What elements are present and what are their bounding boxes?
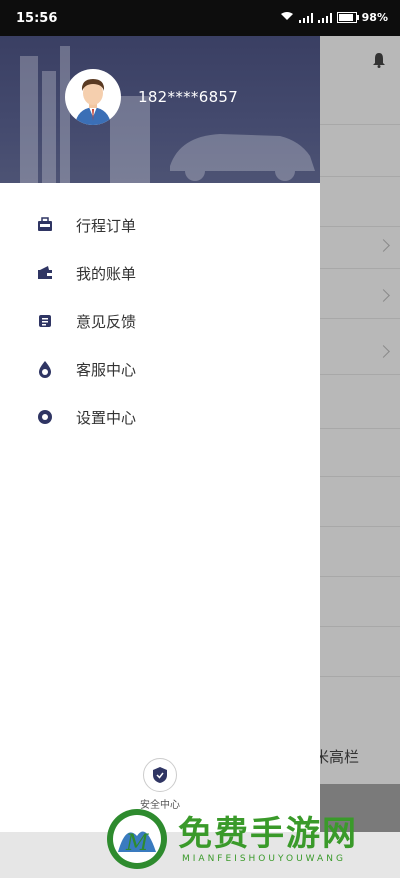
side-drawer: 182****6857 行程订单 我的账单 意见反馈 客服中心 设置中心 安全中… (0, 36, 320, 878)
city-background-image (20, 46, 315, 183)
briefcase-icon (36, 216, 54, 234)
battery-icon (336, 12, 359, 23)
background-text: 米高栏 (314, 748, 360, 766)
status-time: 15:56 (16, 11, 58, 26)
drawer-header: 182****6857 (0, 36, 320, 183)
background-divider (320, 576, 400, 577)
background-divider (320, 176, 400, 177)
menu-item-label: 客服中心 (76, 361, 137, 379)
chevron-right-icon[interactable] (377, 289, 390, 302)
battery-level: 98% (361, 11, 388, 24)
signal-icon (298, 12, 313, 23)
watermark-title: 免费手游网 (178, 814, 358, 854)
background-divider (320, 428, 400, 429)
user-phone: 182****6857 (138, 88, 239, 106)
background-divider (320, 318, 400, 319)
wifi-icon (280, 11, 294, 24)
feedback-icon (36, 312, 54, 330)
background-divider (320, 476, 400, 477)
menu-item-my-bills[interactable]: 我的账单 (0, 249, 320, 297)
menu-item-label: 设置中心 (76, 409, 137, 427)
watermark-logo: M (107, 809, 167, 869)
background-divider (320, 226, 400, 227)
status-icons: 98% (280, 11, 388, 24)
background-divider (320, 526, 400, 527)
background-divider (320, 124, 400, 125)
watermark: M 免费手游网 MIANFEISHOUYOUWANG (104, 800, 394, 876)
headset-icon (36, 360, 54, 378)
chevron-right-icon[interactable] (377, 345, 390, 358)
background-divider (320, 374, 400, 375)
signal-icon-2 (317, 12, 332, 23)
bell-icon[interactable] (372, 52, 386, 68)
background-divider (320, 676, 400, 677)
chevron-right-icon[interactable] (377, 239, 390, 252)
menu-item-label: 行程订单 (76, 217, 137, 235)
menu-item-customer-service[interactable]: 客服中心 (0, 345, 320, 393)
avatar[interactable] (65, 69, 121, 125)
menu-item-settings[interactable]: 设置中心 (0, 393, 320, 441)
background-divider (320, 626, 400, 627)
drawer-menu: 行程订单 我的账单 意见反馈 客服中心 设置中心 (0, 201, 320, 441)
background-divider (320, 268, 400, 269)
menu-item-trip-orders[interactable]: 行程订单 (0, 201, 320, 249)
status-bar: 15:56 98% (0, 0, 400, 36)
menu-item-label: 我的账单 (76, 265, 137, 283)
background-page: 米高栏 (314, 36, 400, 878)
menu-item-feedback[interactable]: 意见反馈 (0, 297, 320, 345)
shield-icon (143, 758, 177, 792)
watermark-subtitle: MIANFEISHOUYOUWANG (182, 854, 346, 864)
settings-icon (36, 408, 54, 426)
menu-item-label: 意见反馈 (76, 313, 137, 331)
wallet-icon (36, 264, 54, 282)
svg-text:M: M (125, 831, 149, 856)
